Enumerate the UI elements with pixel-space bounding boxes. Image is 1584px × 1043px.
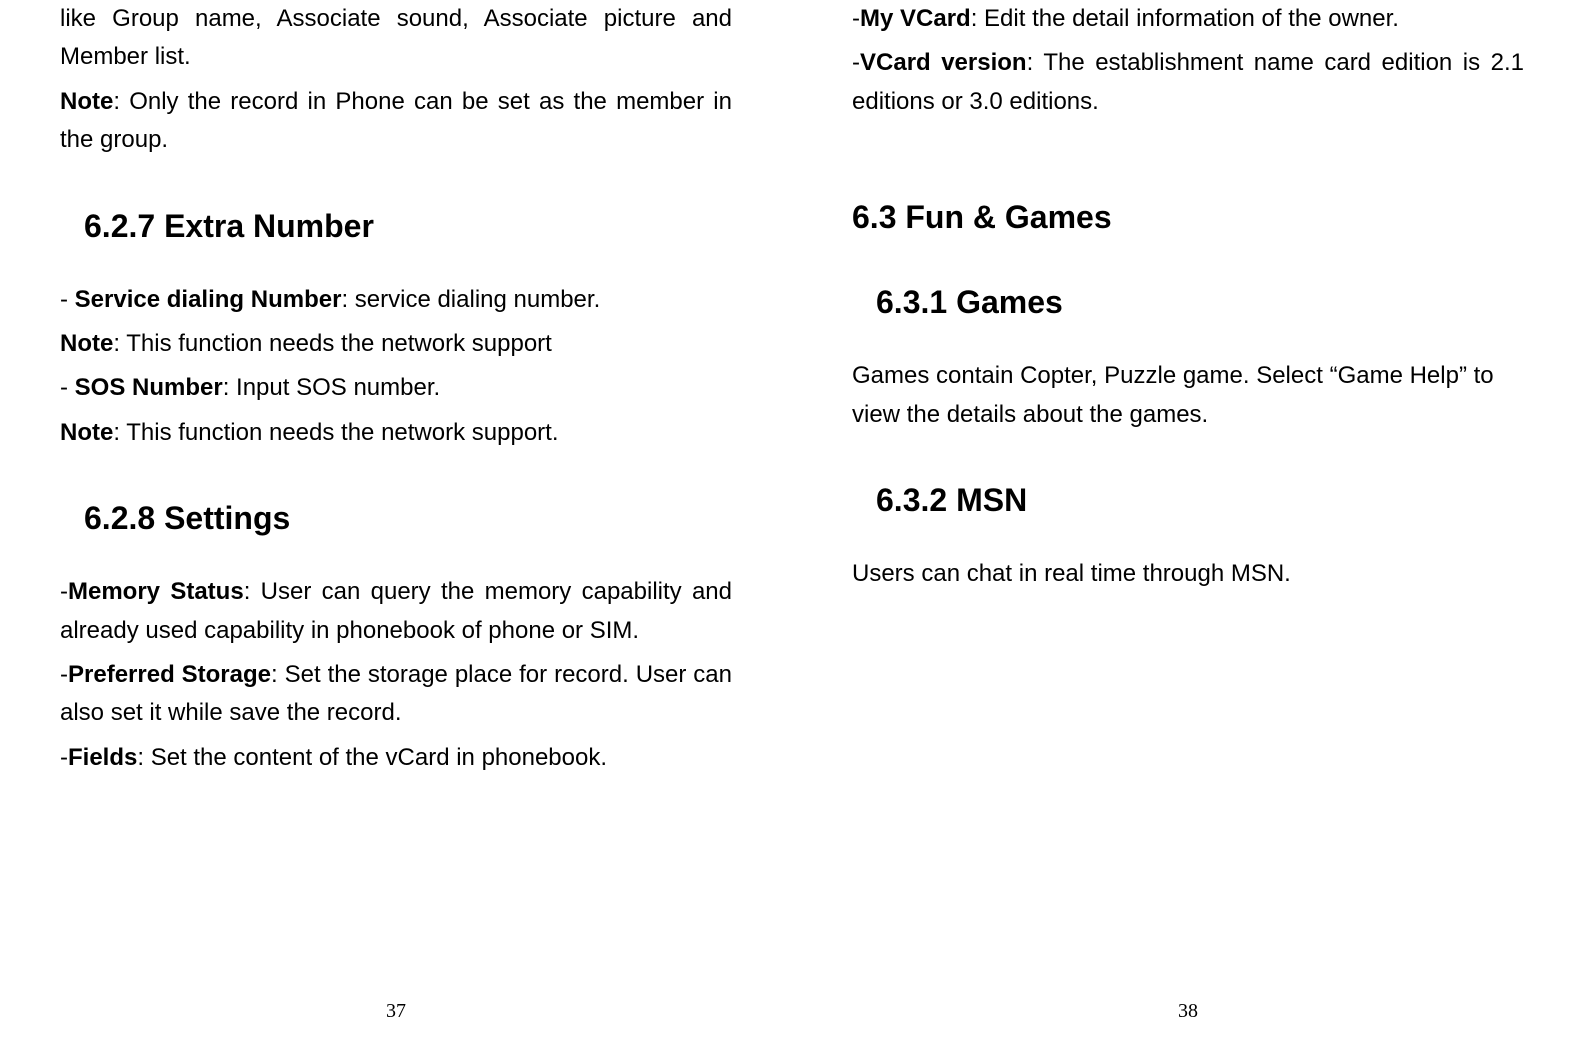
left-content: like Group name, Associate sound, Associ… xyxy=(60,0,732,1003)
paragraph-games: Games contain Copter, Puzzle game. Selec… xyxy=(852,357,1524,434)
note-label: Note xyxy=(60,330,113,357)
vcard-text: : Edit the detail information of the own… xyxy=(971,5,1399,32)
heading-fun-games: 6.3 Fun & Games xyxy=(852,199,1524,236)
heading-extra-number: 6.2.7 Extra Number xyxy=(60,208,732,245)
item-my-vcard: -My VCard: Edit the detail information o… xyxy=(852,0,1524,38)
heading-settings: 6.2.8 Settings xyxy=(60,500,732,537)
sdn-text: : service dialing number. xyxy=(341,286,600,313)
right-content: -My VCard: Edit the detail information o… xyxy=(852,0,1524,1003)
item-vcard-version: -VCard version: The establishment name c… xyxy=(852,44,1524,121)
note-label: Note xyxy=(60,419,113,446)
item-sos-number: - SOS Number: Input SOS number. xyxy=(60,369,732,407)
heading-msn: 6.3.2 MSN xyxy=(852,482,1524,519)
pref-label: Preferred Storage xyxy=(68,661,271,688)
fields-text: : Set the content of the vCard in phoneb… xyxy=(137,744,607,771)
note-group-member: Note: Only the record in Phone can be se… xyxy=(60,83,732,160)
item-fields: -Fields: Set the content of the vCard in… xyxy=(60,739,732,777)
left-page: like Group name, Associate sound, Associ… xyxy=(0,0,792,1043)
note-text: : Only the record in Phone can be set as… xyxy=(60,88,732,153)
page-number-right: 38 xyxy=(792,1000,1584,1023)
paragraph-group-name: like Group name, Associate sound, Associ… xyxy=(60,0,732,77)
fields-label: Fields xyxy=(68,744,137,771)
vcard-label: My VCard xyxy=(860,5,971,32)
sos-label: SOS Number xyxy=(75,374,223,401)
note-text: : This function needs the network suppor… xyxy=(113,330,551,357)
item-memory-status: -Memory Status: User can query the memor… xyxy=(60,573,732,650)
item-preferred-storage: -Preferred Storage: Set the storage plac… xyxy=(60,656,732,733)
mem-label: Memory Status xyxy=(68,578,244,605)
vver-label: VCard version xyxy=(860,49,1027,76)
sos-text: : Input SOS number. xyxy=(223,374,440,401)
note-sdn: Note: This function needs the network su… xyxy=(60,325,732,363)
note-label: Note xyxy=(60,88,113,115)
sdn-label: Service dialing Number xyxy=(75,286,342,313)
note-sos: Note: This function needs the network su… xyxy=(60,414,732,452)
item-service-dialing: - Service dialing Number: service dialin… xyxy=(60,281,732,319)
right-page: -My VCard: Edit the detail information o… xyxy=(792,0,1584,1043)
paragraph-msn: Users can chat in real time through MSN. xyxy=(852,555,1524,593)
note-text: : This function needs the network suppor… xyxy=(113,419,558,446)
heading-games: 6.3.1 Games xyxy=(852,284,1524,321)
page-number-left: 37 xyxy=(0,1000,792,1023)
